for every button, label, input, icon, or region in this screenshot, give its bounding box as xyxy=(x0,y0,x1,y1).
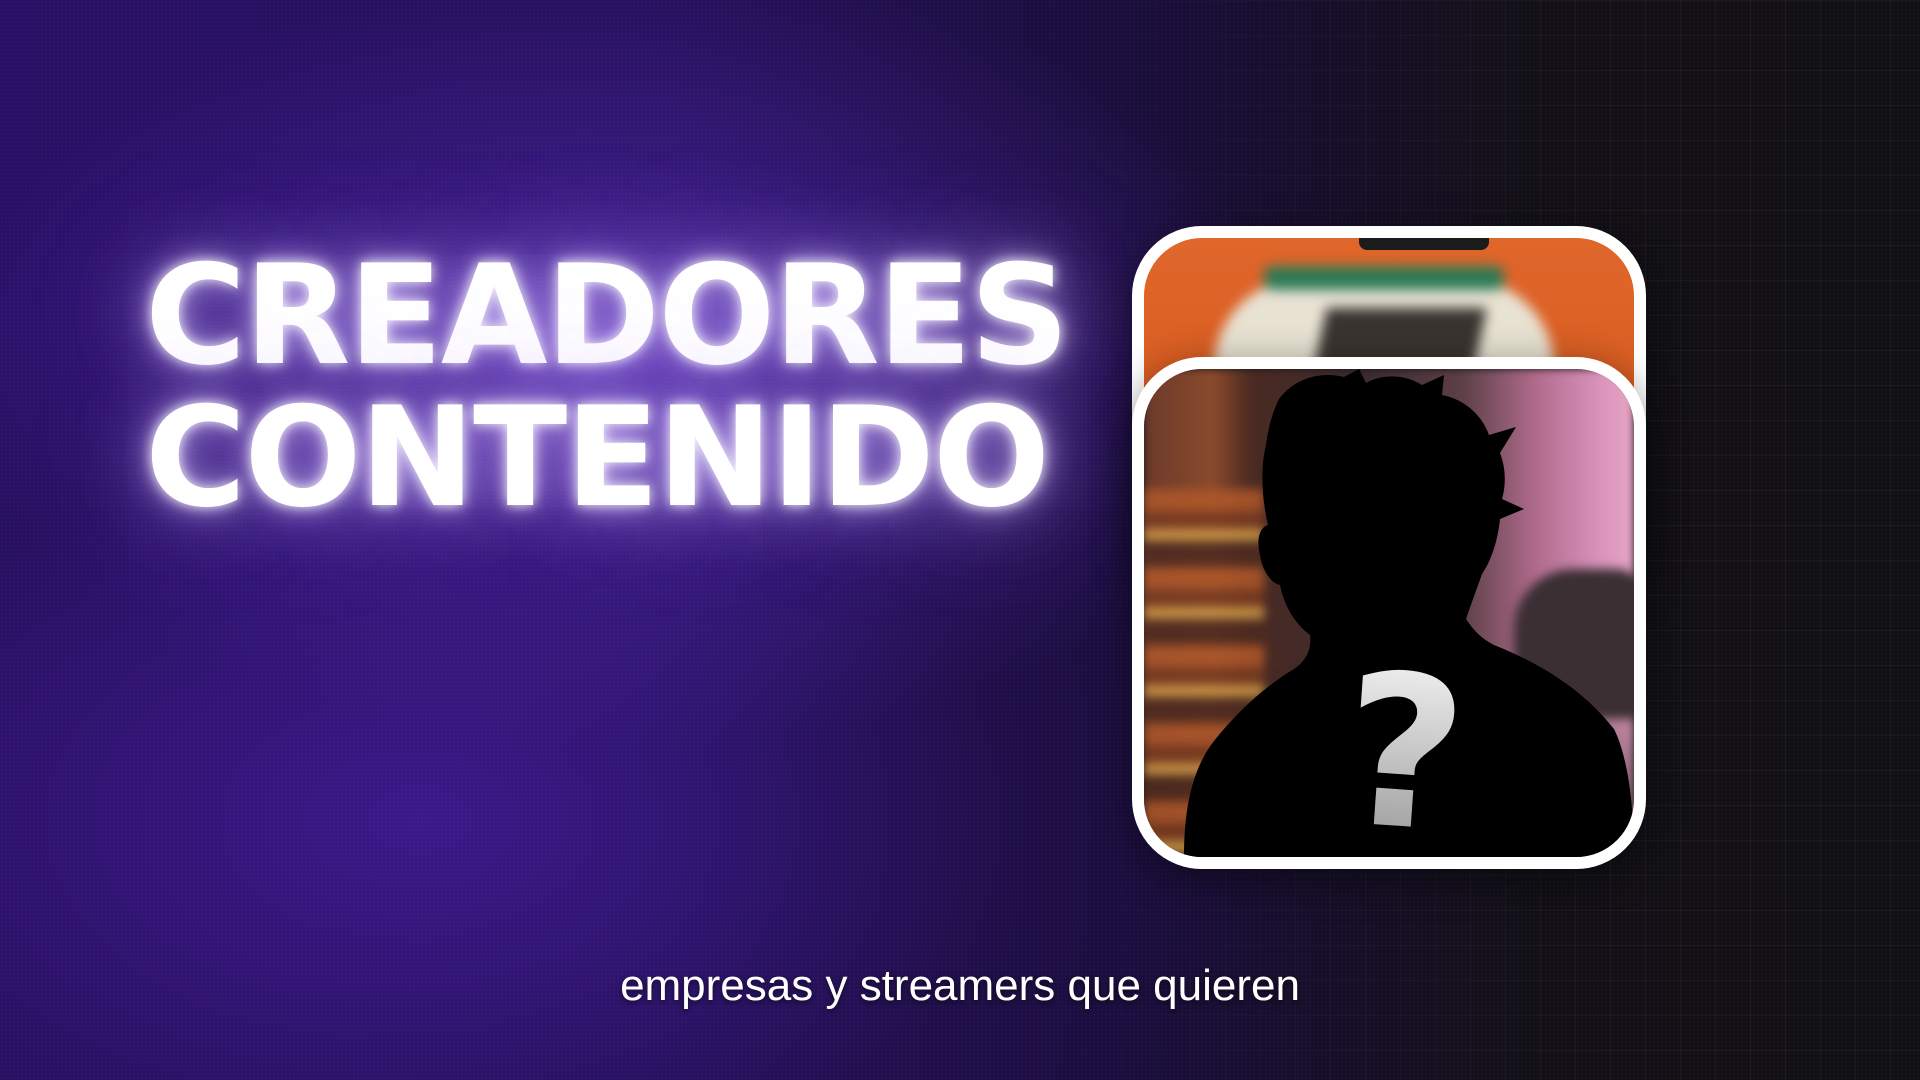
blurred-notch xyxy=(1359,238,1489,250)
subtitle-caption: empresas y streamers que quieren xyxy=(620,961,1300,1010)
blurred-green-bar xyxy=(1264,266,1504,290)
video-frame: CREADORES CONTENIDO ? empresas y streame… xyxy=(0,0,1920,1080)
headline-line-2: CONTENIDO xyxy=(145,377,1050,538)
headline: CREADORES CONTENIDO xyxy=(145,235,1069,538)
headline-line-1: CREADORES xyxy=(145,235,1069,396)
question-mark: ? xyxy=(1297,627,1510,857)
mystery-creator-card: ? xyxy=(1132,357,1646,869)
